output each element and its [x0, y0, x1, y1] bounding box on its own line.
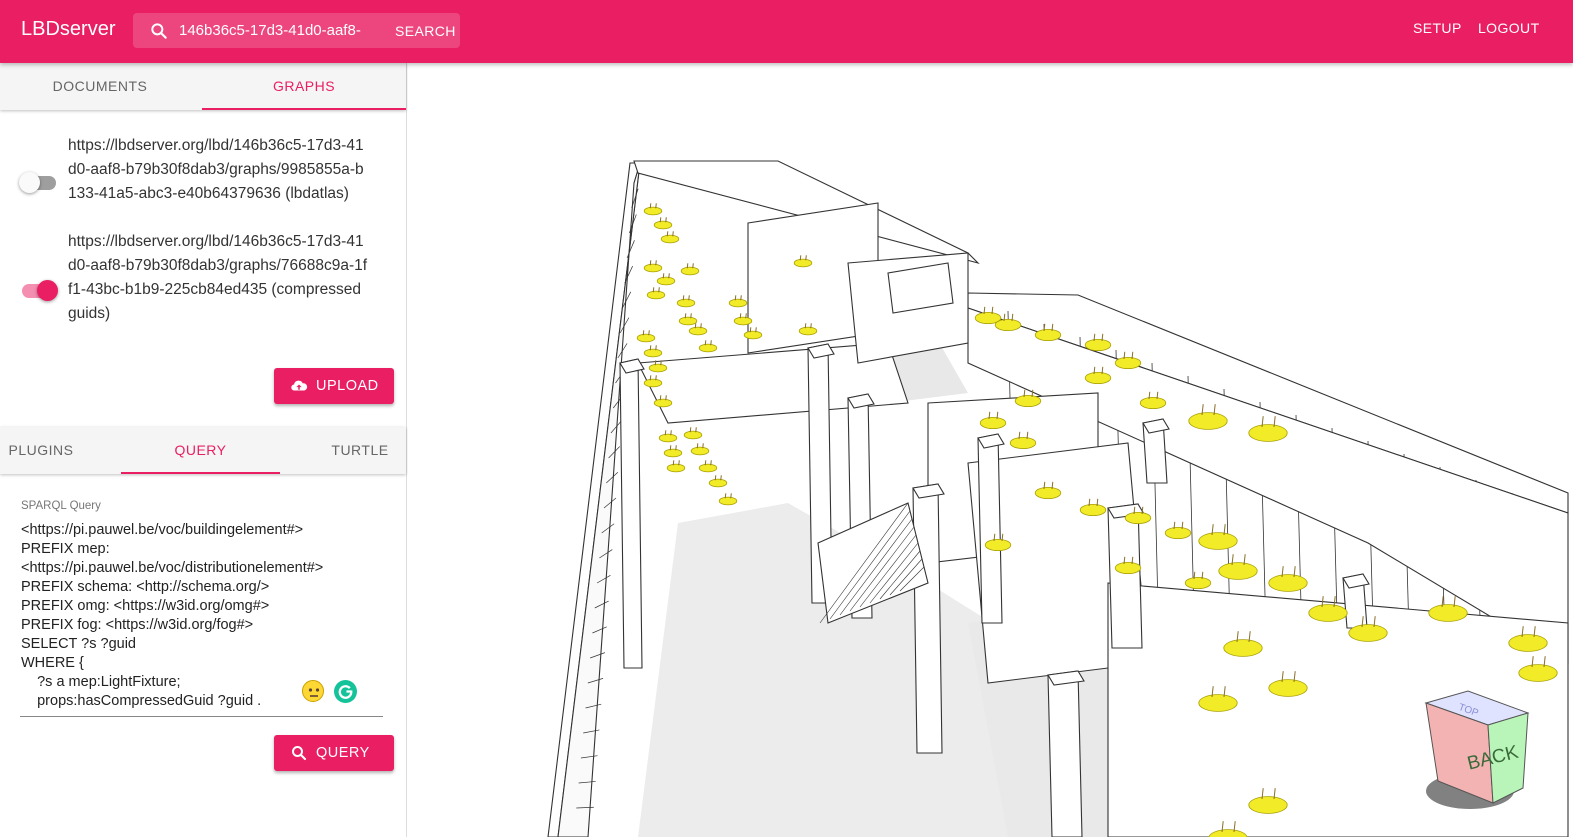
- graph-toggle[interactable]: [19, 171, 58, 193]
- light-fixture[interactable]: [1308, 596, 1348, 622]
- sidebar: DOCUMENTS GRAPHS https://lbdserver.org/l…: [0, 63, 407, 837]
- sparql-query-editor[interactable]: <https://pi.pauwel.be/voc/buildingelemen…: [20, 521, 383, 717]
- setup-button[interactable]: SETUP: [1413, 20, 1462, 36]
- light-fixture[interactable]: [646, 287, 666, 300]
- app-bar: LBDserver SEARCH SETUP LOGOUT: [0, 0, 1573, 63]
- light-fixture[interactable]: [643, 203, 663, 216]
- light-fixture[interactable]: [708, 475, 728, 488]
- brand-title[interactable]: LBDserver: [21, 18, 115, 41]
- light-fixture[interactable]: [1198, 524, 1238, 550]
- light-fixture[interactable]: [1184, 571, 1212, 590]
- light-fixture[interactable]: [698, 460, 718, 473]
- tab-query[interactable]: QUERY: [121, 427, 280, 474]
- top-tabs: DOCUMENTS GRAPHS: [0, 63, 406, 110]
- neutral-face-icon[interactable]: [302, 680, 324, 702]
- light-fixture[interactable]: [688, 323, 708, 336]
- search-icon: [151, 23, 167, 39]
- graph-toggle[interactable]: [20, 279, 58, 301]
- light-fixture[interactable]: [1218, 554, 1258, 580]
- logout-button[interactable]: LOGOUT: [1478, 20, 1540, 36]
- search-input[interactable]: [179, 19, 379, 41]
- light-fixture[interactable]: [683, 427, 703, 440]
- tab-plugins[interactable]: PLUGINS: [0, 427, 82, 474]
- light-fixture[interactable]: [680, 263, 700, 276]
- light-fixture[interactable]: [718, 493, 738, 506]
- light-fixture[interactable]: [663, 445, 683, 458]
- tab-turtle[interactable]: TURTLE: [318, 427, 402, 474]
- grammarly-icon[interactable]: [334, 680, 357, 703]
- light-fixture[interactable]: [656, 273, 676, 286]
- bottom-tabs: PLUGINS QUERY TURTLE: [0, 427, 406, 474]
- graph-label: https://lbdserver.org/lbd/146b36c5-17d3-…: [68, 233, 368, 322]
- navigation-cube[interactable]: TOP BACK: [1424, 690, 1530, 809]
- light-fixture[interactable]: [1164, 521, 1192, 539]
- query-field-label: SPARQL Query: [21, 500, 101, 512]
- light-fixture[interactable]: [653, 217, 673, 230]
- light-fixture[interactable]: [690, 443, 710, 456]
- light-fixture[interactable]: [643, 345, 663, 358]
- query-button[interactable]: QUERY: [274, 735, 394, 771]
- light-fixture[interactable]: [1428, 596, 1468, 622]
- search-icon: [292, 746, 307, 761]
- search-box[interactable]: SEARCH: [133, 13, 460, 48]
- light-fixture[interactable]: [1268, 566, 1308, 592]
- 3d-model-viewer[interactable]: TOP BACK: [408, 63, 1573, 837]
- cloud-upload-icon: [291, 380, 308, 391]
- building-model[interactable]: TOP BACK: [408, 63, 1573, 837]
- light-fixture[interactable]: [698, 340, 718, 353]
- query-button-label: QUERY: [316, 745, 370, 761]
- graph-label: https://lbdserver.org/lbd/146b36c5-17d3-…: [68, 137, 364, 202]
- upload-button-label: UPLOAD: [316, 378, 379, 394]
- light-fixture[interactable]: [636, 330, 656, 343]
- tab-graphs[interactable]: GRAPHS: [202, 63, 406, 110]
- light-fixture[interactable]: [666, 460, 686, 473]
- upload-button[interactable]: UPLOAD: [274, 368, 394, 404]
- search-button[interactable]: SEARCH: [389, 19, 462, 43]
- tab-documents[interactable]: DOCUMENTS: [0, 63, 200, 110]
- light-fixture[interactable]: [678, 313, 698, 326]
- light-fixture[interactable]: [643, 260, 663, 273]
- light-fixture[interactable]: [728, 295, 748, 308]
- light-fixture[interactable]: [660, 231, 680, 244]
- light-fixture[interactable]: [676, 295, 696, 308]
- light-fixture[interactable]: [658, 430, 678, 443]
